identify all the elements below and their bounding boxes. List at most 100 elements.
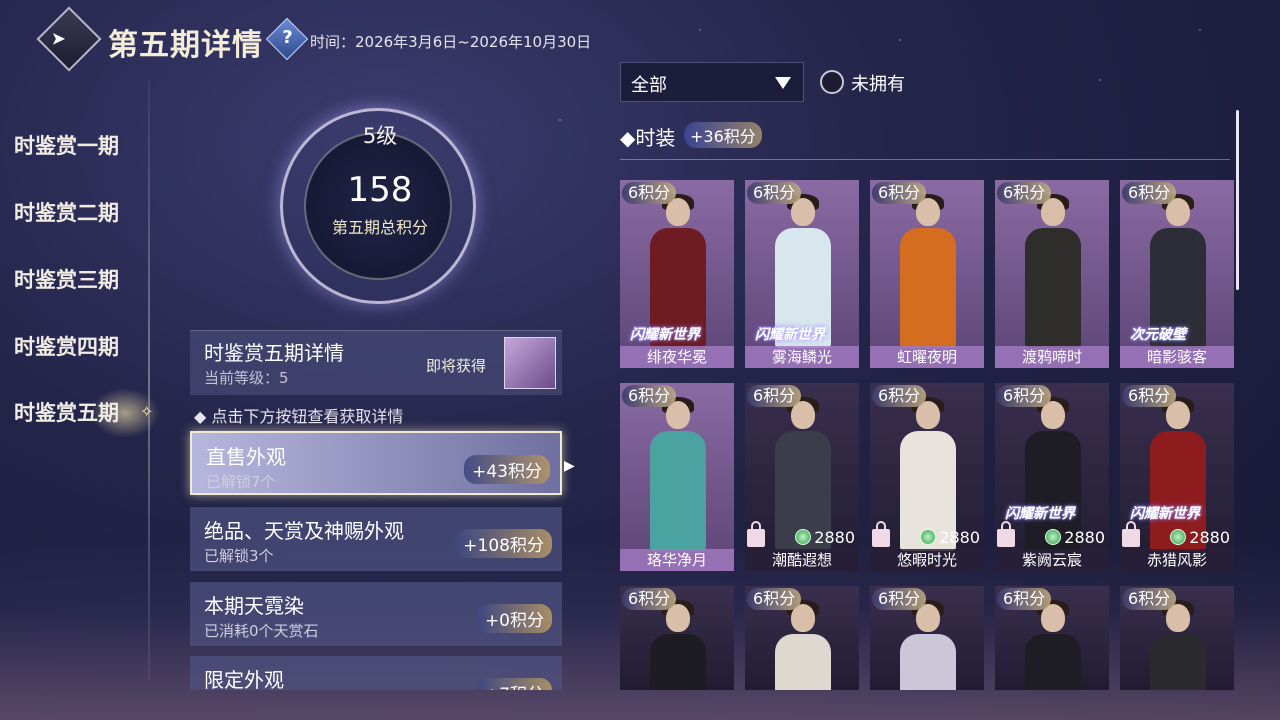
outfit-card[interactable]: 6积分绯夜华冕 闪耀新世界 bbox=[620, 180, 734, 368]
upcoming-reward-thumbnail[interactable] bbox=[504, 337, 556, 389]
outfit-name: 暗影骇客 bbox=[1120, 346, 1234, 368]
tip-text: ◆ 点击下方按钮查看获取详情 bbox=[194, 407, 404, 426]
outfit-card[interactable]: 6积分 bbox=[745, 586, 859, 690]
outfit-name: 虹曜夜明 bbox=[870, 346, 984, 368]
outfit-card[interactable]: 6积分 bbox=[995, 586, 1109, 690]
price-value: 2880 bbox=[814, 528, 855, 547]
outfit-card[interactable]: 6积分 bbox=[870, 586, 984, 690]
outfit-name: 绯夜华冕 bbox=[620, 346, 734, 368]
outfit-points: 6积分 bbox=[1122, 588, 1177, 610]
outfit-points: 6积分 bbox=[997, 385, 1052, 407]
category-points: +7积分 bbox=[476, 678, 552, 690]
detail-header: 时鉴赏五期详情 当前等级：5 即将获得 bbox=[190, 330, 562, 395]
outfit-points: 6积分 bbox=[622, 182, 677, 204]
outfit-card[interactable]: 6积分暗影骇客 次元破壁 bbox=[1120, 180, 1234, 368]
outfit-figure bbox=[900, 600, 956, 690]
outfit-card[interactable]: 6积分 悠暇时光 2880 bbox=[870, 383, 984, 571]
outfit-name: 潮酷遐想 bbox=[745, 549, 859, 571]
unowned-label[interactable]: 未拥有 bbox=[851, 70, 905, 96]
nav-item-period-1[interactable]: 时鉴赏一期 bbox=[14, 130, 119, 160]
outfit-figure bbox=[1025, 600, 1081, 690]
series-badge: 次元破壁 bbox=[1130, 327, 1186, 343]
series-badge: 闪耀新世界 bbox=[755, 327, 825, 343]
outfit-figure bbox=[1025, 194, 1081, 348]
unowned-radio[interactable] bbox=[820, 70, 844, 94]
filter-selected: 全部 bbox=[631, 75, 667, 96]
series-badge: 闪耀新世界 bbox=[630, 327, 700, 343]
nav-item-period-3[interactable]: 时鉴赏三期 bbox=[14, 264, 119, 294]
back-arrow-icon: ➤ bbox=[50, 28, 66, 50]
outfit-points: 6积分 bbox=[997, 182, 1052, 204]
category-limited[interactable]: 限定外观 +7积分 bbox=[190, 656, 562, 690]
outfit-points: 6积分 bbox=[872, 588, 927, 610]
section-points: +36积分 bbox=[684, 122, 762, 148]
outfit-card[interactable]: 6积分雾海鳞光 闪耀新世界 bbox=[745, 180, 859, 368]
jade-coin-icon bbox=[1045, 529, 1062, 545]
page-title: 第五期详情 bbox=[108, 28, 263, 63]
outfit-points: 6积分 bbox=[747, 588, 802, 610]
outfit-points: 6积分 bbox=[622, 588, 677, 610]
outfit-card[interactable]: 6积分赤猎风影 闪耀新世界 2880 bbox=[1120, 383, 1234, 571]
time-range: 时间：2026年3月6日~2026年10月30日 bbox=[310, 33, 592, 51]
category-premium[interactable]: 绝品、天赏及神赐外观 已解锁3个 +108积分 bbox=[190, 507, 562, 571]
price-value: 2880 bbox=[1064, 528, 1105, 547]
nav-item-period-4[interactable]: 时鉴赏四期 bbox=[14, 331, 119, 361]
price-tag: 2880 bbox=[920, 528, 980, 547]
scrollbar[interactable] bbox=[1236, 110, 1239, 290]
price-tag: 2880 bbox=[1170, 528, 1230, 547]
level-label: 5级 bbox=[362, 124, 398, 148]
price-tag: 2880 bbox=[795, 528, 855, 547]
nav-divider bbox=[148, 80, 150, 680]
category-title: 限定外观 bbox=[204, 668, 284, 690]
outfit-points: 6积分 bbox=[747, 385, 802, 407]
outfit-card[interactable]: 6积分潮酷遐想 2880 bbox=[745, 383, 859, 571]
outfit-card[interactable]: 6积分 bbox=[1120, 586, 1234, 690]
jade-coin-icon bbox=[920, 529, 937, 545]
detail-title: 时鉴赏五期详情 bbox=[204, 341, 344, 365]
category-title: 直售外观 bbox=[206, 445, 286, 469]
nav-item-period-2[interactable]: 时鉴赏二期 bbox=[14, 197, 119, 227]
outfit-points: 6积分 bbox=[997, 588, 1052, 610]
total-score-label: 第五期总积分 bbox=[331, 218, 428, 237]
section-divider bbox=[620, 159, 1230, 160]
outfit-figure bbox=[900, 194, 956, 348]
category-sub: 已解锁3个 bbox=[204, 547, 274, 565]
outfit-points: 6积分 bbox=[1122, 182, 1177, 204]
active-caret-icon: ▶ bbox=[564, 458, 575, 474]
price-tag: 2880 bbox=[1045, 528, 1105, 547]
outfit-points: 6积分 bbox=[1122, 385, 1177, 407]
jade-coin-icon bbox=[1170, 529, 1187, 545]
lock-icon bbox=[872, 521, 890, 547]
outfit-points: 6积分 bbox=[622, 385, 677, 407]
outfit-figure bbox=[650, 600, 706, 690]
outfit-points: 6积分 bbox=[747, 182, 802, 204]
series-badge: 闪耀新世界 bbox=[1005, 506, 1075, 522]
category-dye[interactable]: 本期天霓染 已消耗0个天赏石 +0积分 bbox=[190, 582, 562, 646]
category-sub: 已解锁7个 bbox=[206, 473, 276, 491]
nav-item-period-5[interactable]: 时鉴赏五期 bbox=[14, 397, 119, 427]
outfit-figure bbox=[650, 397, 706, 551]
category-title: 本期天霓染 bbox=[204, 594, 304, 618]
outfit-card[interactable]: 6积分 紫阙云宸 闪耀新世界 2880 bbox=[995, 383, 1109, 571]
outfit-name: 赤猎风影 bbox=[1120, 549, 1234, 571]
outfit-card[interactable]: 6积分 渡鸦啼时 bbox=[995, 180, 1109, 368]
outfit-name: 珞华净月 bbox=[620, 549, 734, 571]
filter-dropdown[interactable]: 全部 bbox=[620, 62, 804, 102]
category-sub: 已消耗0个天赏石 bbox=[204, 622, 319, 640]
series-badge: 闪耀新世界 bbox=[1130, 506, 1200, 522]
category-points: +108积分 bbox=[455, 529, 552, 558]
soon-label: 即将获得 bbox=[426, 357, 487, 375]
outfit-figure bbox=[775, 600, 831, 690]
price-value: 2880 bbox=[1189, 528, 1230, 547]
outfit-figure bbox=[1150, 600, 1206, 690]
category-direct-sale[interactable]: 直售外观 已解锁7个 +43积分 bbox=[190, 431, 562, 495]
outfit-name: 雾海鳞光 bbox=[745, 346, 859, 368]
category-points: +43积分 bbox=[464, 455, 550, 484]
jade-coin-icon bbox=[795, 529, 812, 545]
level-ring: 5级 158 第五期总积分 bbox=[270, 98, 490, 318]
price-value: 2880 bbox=[939, 528, 980, 547]
outfit-card[interactable]: 6积分珞华净月 bbox=[620, 383, 734, 571]
lock-icon bbox=[997, 521, 1015, 547]
outfit-card[interactable]: 6积分 bbox=[620, 586, 734, 690]
outfit-card[interactable]: 6积分 虹曜夜明 bbox=[870, 180, 984, 368]
